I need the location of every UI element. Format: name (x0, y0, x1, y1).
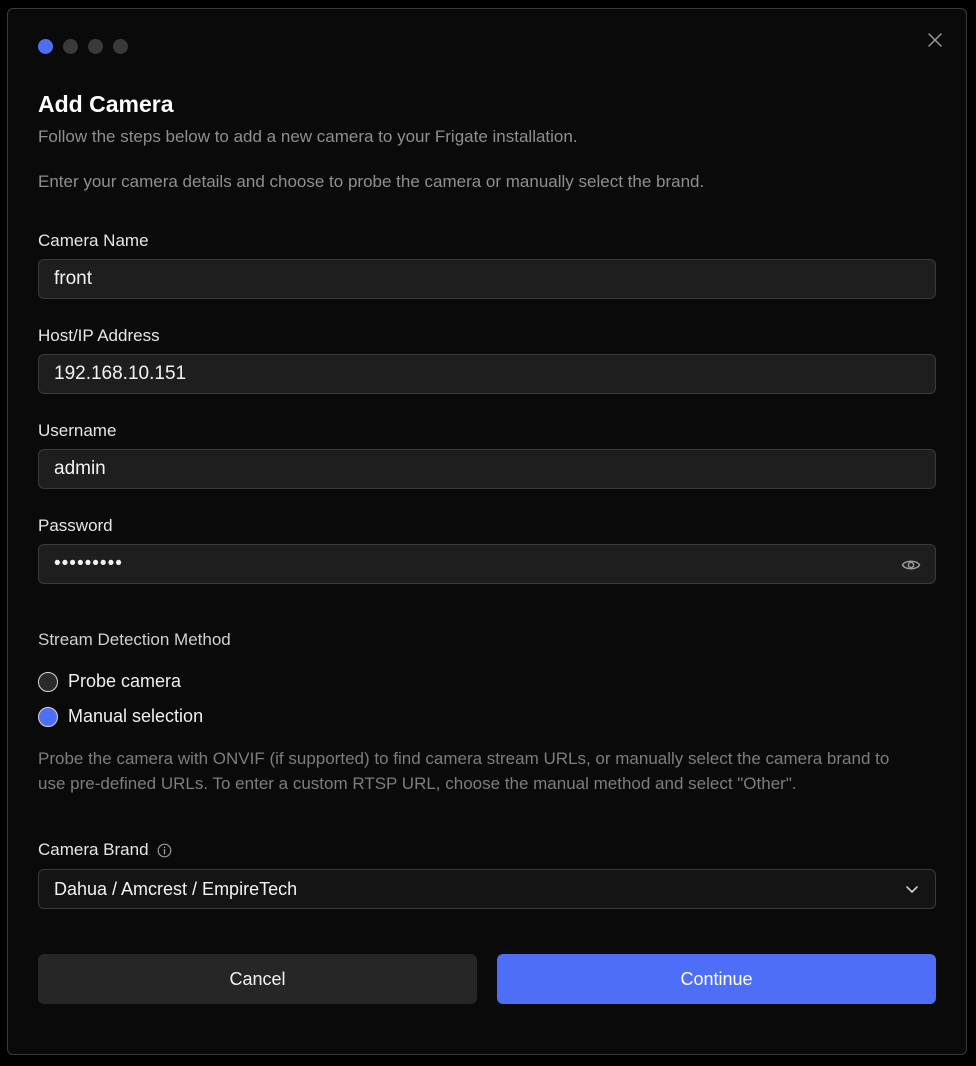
close-button[interactable] (926, 31, 944, 49)
dialog-title: Add Camera (38, 91, 174, 117)
show-password-button[interactable] (901, 555, 921, 575)
radio-manual-selection[interactable]: Manual selection (38, 706, 203, 727)
step-dot-1 (38, 39, 53, 54)
camera-name-value: front (54, 268, 93, 289)
username-input[interactable]: admin (38, 449, 936, 489)
camera-name-input[interactable]: front (38, 259, 936, 299)
camera-brand-selected-value: Dahua / Amcrest / EmpireTech (54, 878, 298, 899)
dialog-intro: Enter your camera details and choose to … (38, 172, 705, 191)
host-input[interactable]: 192.168.10.151 (38, 354, 936, 394)
radio-button[interactable] (38, 671, 58, 692)
radio-probe-camera[interactable]: Probe camera (38, 671, 181, 692)
username-label: Username (38, 421, 117, 440)
eye-icon (901, 560, 921, 570)
username-value: admin (54, 458, 106, 479)
camera-name-label: Camera Name (38, 231, 149, 250)
radio-button-checked[interactable] (38, 706, 58, 727)
camera-brand-label: Camera Brand (38, 840, 149, 859)
camera-brand-select[interactable]: Dahua / Amcrest / EmpireTech (38, 869, 936, 909)
chevron-down-icon (906, 886, 918, 893)
step-indicator (38, 39, 128, 54)
password-input[interactable]: ••••••••• (38, 544, 936, 584)
step-dot-3 (88, 39, 103, 54)
info-icon[interactable] (157, 843, 172, 858)
host-value: 192.168.10.151 (54, 363, 187, 384)
detection-method-label: Stream Detection Method (38, 630, 231, 649)
password-value: ••••••••• (54, 553, 123, 574)
radio-label: Probe camera (68, 671, 182, 691)
continue-button[interactable]: Continue (497, 954, 936, 1004)
password-label: Password (38, 516, 113, 535)
camera-brand-label-row: Camera Brand (38, 840, 172, 860)
host-label: Host/IP Address (38, 326, 160, 345)
close-icon (928, 33, 942, 47)
radio-label: Manual selection (68, 706, 204, 726)
step-dot-4 (113, 39, 128, 54)
add-camera-dialog: Add Camera Follow the steps below to add… (7, 8, 967, 1055)
dialog-subtitle: Follow the steps below to add a new came… (38, 127, 578, 146)
step-dot-2 (63, 39, 78, 54)
detection-help-text: Probe the camera with ONVIF (if supporte… (38, 749, 890, 793)
cancel-button[interactable]: Cancel (38, 954, 477, 1004)
